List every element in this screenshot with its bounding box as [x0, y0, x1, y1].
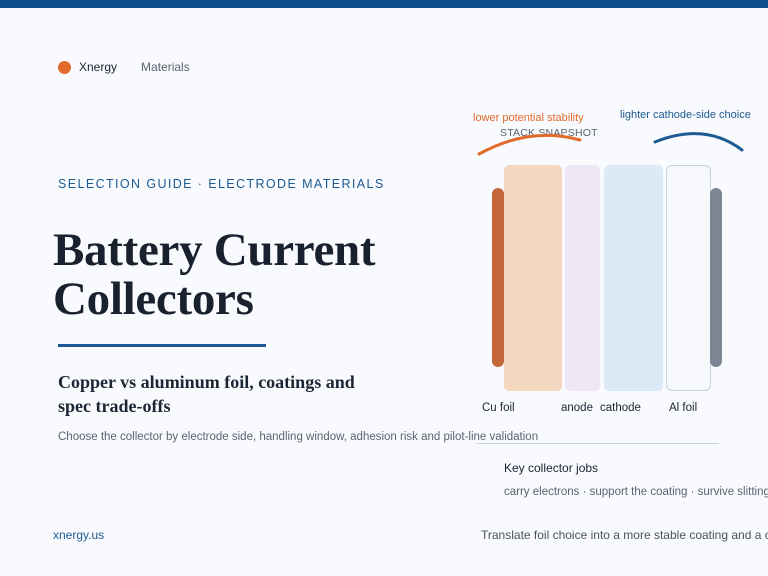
label-cu-foil: Cu foil [482, 402, 515, 414]
jobs-list: carry electrons · support the coating · … [504, 486, 768, 498]
orange-arc [477, 133, 582, 156]
aluminum-coating-layer [666, 165, 711, 391]
jobs-title: Key collector jobs [504, 461, 599, 475]
section-divider [476, 443, 719, 444]
cathode-layer [604, 165, 663, 391]
label-anode: anode [561, 402, 593, 414]
blue-arc [653, 132, 744, 152]
footer-note: Translate foil choice into a more stable… [481, 528, 768, 542]
footer-url-link[interactable]: xnergy.us [53, 528, 104, 542]
label-al-foil: Al foil [669, 402, 698, 414]
label-cathode: cathode [600, 402, 641, 414]
anode-layer [565, 165, 600, 391]
copper-foil-layer [492, 188, 504, 367]
copper-coating-layer [504, 165, 562, 391]
aluminum-foil-layer [710, 188, 722, 367]
